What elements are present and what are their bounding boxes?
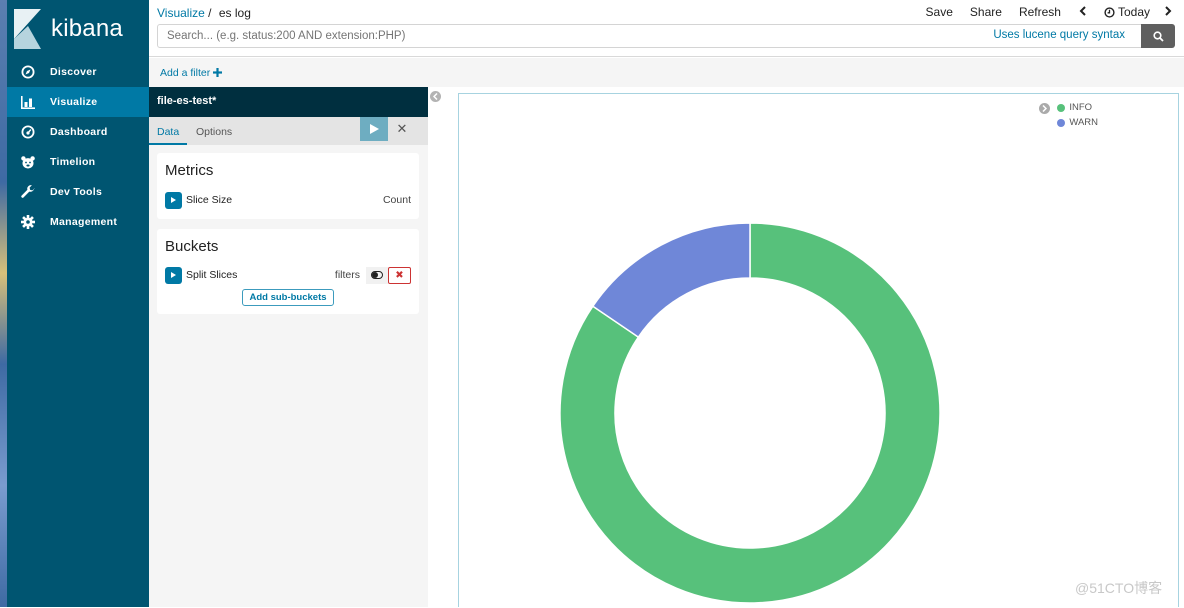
caret-right-icon: [171, 272, 176, 278]
save-button[interactable]: Save: [926, 5, 953, 19]
kibana-logo[interactable]: kibana: [14, 8, 123, 50]
time-range-label: Today: [1117, 5, 1150, 19]
pie-chart: [559, 222, 941, 604]
editor-tabs: Data Options ✕: [148, 117, 428, 145]
sidebar-nav: Discover Visualize Dashboard Timelion De…: [7, 57, 149, 237]
window-edge: [1179, 93, 1184, 607]
caret-right-icon: [171, 197, 176, 203]
add-filter-label: Add a filter: [160, 67, 211, 79]
expand-metric-button[interactable]: [165, 191, 182, 209]
kibana-logo-icon: [14, 9, 41, 49]
bucket-row-split-slices: Split Slices filters ✖: [165, 266, 411, 284]
sidebar-item-label: Discover: [50, 66, 97, 78]
query-bar: Uses lucene query syntax: [157, 24, 1175, 48]
chevron-right-icon: [1042, 105, 1048, 112]
chevron-left-icon: [1079, 6, 1086, 16]
sidebar-item-dashboard[interactable]: Dashboard: [7, 117, 149, 147]
dashboard-gauge-icon: [20, 124, 36, 140]
buckets-card: Buckets Split Slices filters ✖ Add sub-b…: [157, 229, 419, 314]
clock-icon: [1104, 6, 1115, 18]
legend-color-dot: [1057, 118, 1066, 127]
metrics-card: Metrics Slice Size Count: [157, 153, 419, 219]
toggle-icon: [371, 271, 383, 279]
toggle-bucket-button[interactable]: [366, 266, 388, 284]
sidebar-item-label: Dashboard: [50, 126, 108, 138]
search-icon: [1152, 30, 1164, 42]
tab-data[interactable]: Data: [148, 126, 188, 145]
timelion-bear-icon: [20, 154, 36, 170]
bar-chart-icon: [20, 94, 36, 110]
sidebar-item-timelion[interactable]: Timelion: [7, 147, 149, 177]
watermark: @51CTO博客: [1075, 580, 1163, 596]
sidebar: kibana Discover Visualize Dashboard Time…: [7, 0, 149, 607]
gear-icon: [20, 214, 36, 230]
breadcrumb-separator: /: [208, 6, 212, 20]
chevron-left-icon: [433, 93, 438, 100]
metric-row-slice-size: Slice Size Count: [165, 191, 411, 209]
expand-bucket-button[interactable]: [165, 266, 182, 284]
sidebar-item-dev-tools[interactable]: Dev Tools: [7, 177, 149, 207]
chart-legend: INFO WARN: [1039, 100, 1098, 130]
discard-changes-button[interactable]: ✕: [389, 117, 415, 141]
bucket-label: Split Slices: [186, 269, 238, 281]
visualization-area: INFO WARN: [458, 93, 1179, 607]
buckets-title: Buckets: [165, 238, 219, 255]
breadcrumb-visualize-link[interactable]: Visualize: [157, 6, 205, 20]
legend-label: WARN: [1069, 117, 1098, 128]
sidebar-item-label: Dev Tools: [50, 186, 103, 198]
index-pattern-title: file-es-test*: [149, 87, 428, 117]
legend-item-warn[interactable]: WARN: [1057, 115, 1098, 130]
sidebar-item-visualize[interactable]: Visualize: [7, 87, 149, 117]
filter-bar: Add a filter: [149, 58, 1184, 87]
top-actions: Save Share Refresh Today: [909, 5, 1172, 19]
time-picker-button[interactable]: Today: [1104, 5, 1150, 19]
play-icon: [369, 124, 379, 134]
share-button[interactable]: Share: [970, 5, 1002, 19]
sidebar-item-management[interactable]: Management: [7, 207, 149, 237]
metrics-title: Metrics: [165, 162, 214, 179]
sidebar-item-discover[interactable]: Discover: [7, 57, 149, 87]
search-button[interactable]: [1141, 24, 1175, 48]
legend-label: INFO: [1069, 102, 1093, 113]
plus-icon: [213, 67, 223, 77]
breadcrumb: Visualize / es log: [157, 6, 251, 20]
remove-bucket-button[interactable]: ✖: [388, 266, 411, 284]
close-icon: ✖: [395, 269, 404, 281]
metric-aggregation: Count: [382, 194, 411, 206]
sidebar-item-label: Visualize: [50, 96, 98, 108]
add-filter-button[interactable]: Add a filter: [160, 67, 223, 79]
close-icon: ✕: [396, 121, 408, 136]
compass-icon: [20, 64, 36, 80]
visualization-editor-panel: file-es-test* Data Options ✕ Metrics Sli…: [148, 87, 428, 607]
wrench-icon: [20, 184, 36, 200]
add-sub-buckets-button[interactable]: Add sub-buckets: [242, 289, 334, 306]
bucket-aggregation: filters: [334, 269, 360, 281]
legend-color-dot: [1057, 103, 1066, 112]
time-back-button[interactable]: [1079, 5, 1087, 19]
top-bar: Visualize / es log Save Share Refresh To…: [149, 0, 1184, 57]
legend-item-info[interactable]: INFO: [1057, 100, 1098, 115]
breadcrumb-current: es log: [218, 6, 251, 20]
sidebar-item-label: Management: [50, 216, 118, 228]
app-name: kibana: [51, 15, 123, 42]
desktop-background-strip: [0, 0, 7, 607]
collapse-editor-button[interactable]: [430, 91, 441, 102]
refresh-button[interactable]: Refresh: [1019, 5, 1061, 19]
chevron-right-icon: [1165, 6, 1172, 16]
lucene-syntax-link[interactable]: Uses lucene query syntax: [993, 29, 1125, 41]
apply-changes-button[interactable]: [360, 117, 388, 141]
time-forward-button[interactable]: [1164, 5, 1172, 19]
metric-label: Slice Size: [186, 194, 233, 206]
tab-options[interactable]: Options: [196, 126, 232, 138]
pie-slice-warn[interactable]: [591, 222, 751, 339]
sidebar-item-label: Timelion: [50, 156, 96, 168]
